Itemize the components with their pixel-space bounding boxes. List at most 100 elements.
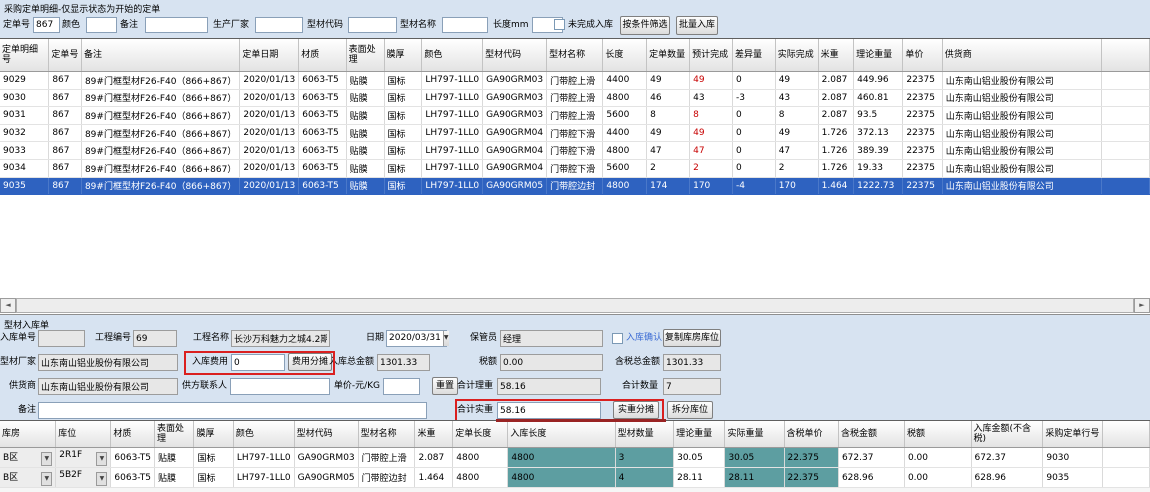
table-cell (1103, 448, 1150, 468)
table-cell: 门带腔上滑 (547, 107, 603, 125)
table-cell: 门带腔下滑 (547, 159, 603, 177)
table-cell: 47 (647, 142, 690, 160)
total-amount-label: 入库总金额 (328, 353, 374, 372)
split-location-button[interactable]: 拆分库位 (667, 401, 713, 419)
scroll-right-icon[interactable]: ► (1134, 298, 1150, 313)
table-cell: 22375 (903, 72, 942, 90)
reset-button[interactable]: 重置 (432, 377, 458, 395)
filter-manufacturer-input[interactable] (255, 17, 303, 33)
table-cell: 门带腔上滑 (547, 89, 603, 107)
purchase-order-row[interactable]: 903586789#门框型材F26-F40（866+867）2020/01/13… (0, 177, 1150, 195)
table-cell[interactable]: ▼2R1F (56, 448, 111, 468)
table-cell: 贴膜 (346, 107, 384, 125)
batch-inbound-button[interactable]: 批量入库 (676, 16, 718, 35)
entry-no-field[interactable] (38, 330, 85, 347)
table-cell: -4 (733, 177, 776, 195)
column-header: 理论重量 (854, 39, 903, 72)
purchase-order-row[interactable]: 902986789#门框型材F26-F40（866+867）2020/01/13… (0, 72, 1150, 90)
project-no-label: 工程编号 (91, 329, 131, 348)
total-actual-weight-input[interactable] (497, 402, 601, 419)
table-cell: 867 (49, 159, 82, 177)
table-cell: 贴膜 (346, 159, 384, 177)
inbound-items-table: 库房库位材质表面处理膜厚颜色型材代码型材名称米重定单长度入库长度型材数量理论重量… (0, 421, 1150, 488)
date-picker[interactable]: 2020/03/31 ▼ (386, 330, 447, 347)
filter-profile-code-input[interactable] (348, 17, 397, 33)
keeper-field[interactable] (500, 330, 603, 347)
table-cell[interactable]: ▼5B2F (56, 468, 111, 488)
inbound-item-row[interactable]: ▼B区▼5B2F6063-T5贴膜国标LH797-1LL0GA90GRM05门带… (0, 468, 1150, 488)
scroll-left-icon[interactable]: ◄ (0, 298, 16, 313)
form-row-1: 入库单号 工程编号 工程名称 日期 2020/03/31 ▼ 保管员 入库确认 … (0, 329, 1150, 350)
table-cell (1102, 142, 1150, 160)
dropdown-icon[interactable]: ▼ (96, 452, 107, 466)
confirm-checkbox[interactable] (612, 333, 623, 344)
scrollbar-thumb[interactable] (16, 298, 1134, 313)
dropdown-icon[interactable]: ▼ (41, 472, 52, 486)
column-header: 定单日期 (240, 39, 299, 72)
filter-remark-input[interactable] (145, 17, 208, 33)
filter-order-no-input[interactable] (33, 17, 60, 33)
table-cell: LH797-1LL0 (233, 468, 294, 488)
table-cell: 6063-T5 (111, 468, 155, 488)
table-cell: LH797-1LL0 (422, 124, 483, 142)
table-cell: 22375 (903, 142, 942, 160)
column-header: 膜厚 (384, 39, 422, 72)
total-theory-weight-field[interactable] (497, 378, 601, 395)
filter-manufacturer-label: 生产厂家 (213, 15, 249, 35)
table-cell: 山东南山铝业股份有限公司 (942, 107, 1102, 125)
inbound-item-row[interactable]: ▼B区▼2R1F6063-T5贴膜国标LH797-1LL0GA90GRM03门带… (0, 448, 1150, 468)
table-cell[interactable]: ▼B区 (0, 468, 56, 488)
purchase-order-row[interactable]: 903386789#门框型材F26-F40（866+867）2020/01/13… (0, 142, 1150, 160)
dropdown-icon[interactable]: ▼ (96, 472, 107, 486)
table-cell: 贴膜 (346, 72, 384, 90)
table-cell: 国标 (384, 107, 422, 125)
table-cell: GA90GRM03 (483, 89, 547, 107)
column-header: 预计完成 (690, 39, 733, 72)
entry-fee-input[interactable] (231, 354, 285, 371)
purchase-order-row[interactable]: 903186789#门框型材F26-F40（866+867）2020/01/13… (0, 107, 1150, 125)
filter-profile-name-input[interactable] (442, 17, 488, 33)
total-qty-field[interactable] (663, 378, 721, 395)
fee-share-button[interactable]: 费用分摊 (288, 353, 332, 371)
table-cell: LH797-1LL0 (422, 89, 483, 107)
table-cell: 2 (775, 159, 818, 177)
table-cell: 门带腔下滑 (547, 124, 603, 142)
copy-warehouse-location-button[interactable]: 复制库房库位 (663, 329, 721, 347)
table-cell: 867 (49, 177, 82, 195)
project-name-field[interactable] (231, 330, 330, 347)
table-cell: LH797-1LL0 (422, 177, 483, 195)
total-amount-field[interactable] (377, 354, 430, 371)
table-cell[interactable]: ▼B区 (0, 448, 56, 468)
dropdown-icon[interactable]: ▼ (41, 452, 52, 466)
note-input[interactable] (38, 402, 427, 419)
supplier-contact-input[interactable] (230, 378, 330, 395)
supplier-contact-label: 供方联系人 (181, 377, 227, 396)
unfinished-checkbox[interactable] (554, 19, 565, 30)
filter-color-input[interactable] (86, 17, 117, 33)
column-header: 采购定单行号 (1043, 421, 1103, 448)
table-cell: 89#门框型材F26-F40（866+867） (81, 159, 239, 177)
table-cell: 22375 (903, 89, 942, 107)
table-cell: 山东南山铝业股份有限公司 (942, 72, 1102, 90)
table-cell: 2020/01/13 (240, 107, 299, 125)
total-with-tax-field[interactable] (663, 354, 721, 371)
filter-by-condition-button[interactable]: 按条件筛选 (620, 16, 670, 35)
table-cell: 47 (775, 142, 818, 160)
purchase-order-row[interactable]: 903286789#门框型材F26-F40（866+867）2020/01/13… (0, 124, 1150, 142)
unit-price-input[interactable] (383, 378, 420, 395)
factory-field[interactable] (38, 354, 178, 371)
calendar-dropdown-icon[interactable]: ▼ (443, 331, 449, 346)
supplier-field[interactable] (38, 378, 178, 395)
table-cell: 9030 (1043, 448, 1103, 468)
keeper-label: 保管员 (468, 329, 497, 348)
table-cell: 0.00 (904, 468, 971, 488)
tax-field[interactable] (500, 354, 603, 371)
horizontal-scrollbar[interactable]: ◄ ► (0, 298, 1150, 313)
actual-weight-share-button[interactable]: 实重分摊 (613, 401, 659, 419)
filter-profile-code-label: 型材代码 (307, 15, 343, 35)
table-cell: GA90GRM03 (294, 448, 358, 468)
purchase-order-row[interactable]: 903486789#门框型材F26-F40（866+867）2020/01/13… (0, 159, 1150, 177)
purchase-order-row[interactable]: 903086789#门框型材F26-F40（866+867）2020/01/13… (0, 89, 1150, 107)
project-no-field[interactable] (133, 330, 177, 347)
table-cell: 9034 (0, 159, 49, 177)
